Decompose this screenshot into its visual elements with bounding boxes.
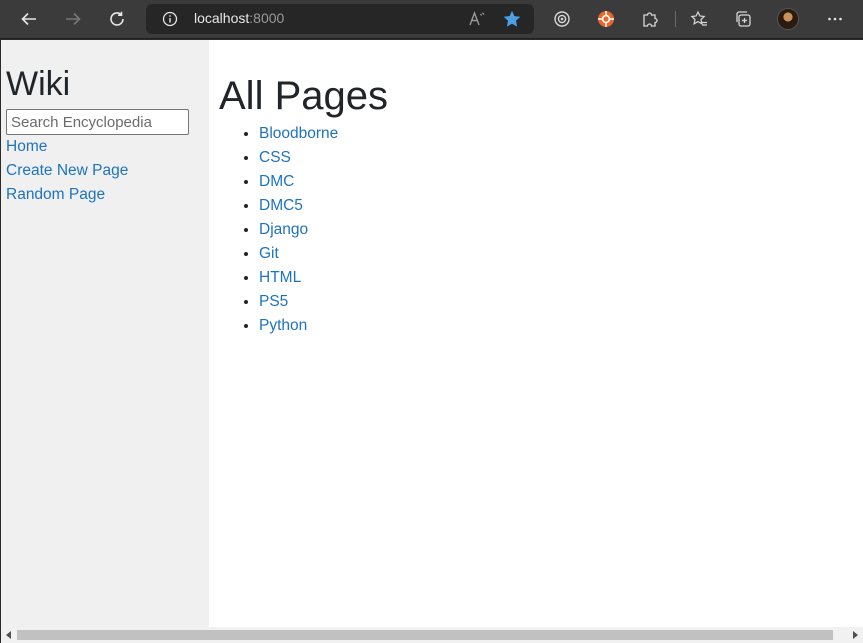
scroll-right-icon[interactable] — [850, 630, 860, 640]
page-title: All Pages — [219, 74, 388, 118]
page-link[interactable]: Django — [259, 221, 308, 238]
list-item: DMC5 — [259, 194, 859, 218]
horizontal-scrollbar[interactable] — [1, 627, 863, 643]
list-item: PS5 — [259, 290, 859, 314]
back-arrow-icon[interactable] — [14, 4, 44, 34]
site-title: Wiki — [6, 65, 71, 103]
page-link[interactable]: DMC — [259, 173, 294, 190]
more-icon[interactable] — [820, 4, 850, 34]
nav-link-random-page[interactable]: Random Page — [6, 183, 204, 207]
page-viewport: Wiki Home Create New Page Random Page Al… — [1, 40, 863, 627]
tracking-icon[interactable] — [547, 4, 577, 34]
scrollbar-thumb[interactable] — [17, 630, 833, 640]
page-link[interactable]: HTML — [259, 269, 301, 286]
star-icon[interactable] — [502, 9, 522, 29]
list-item: DMC — [259, 170, 859, 194]
search-input[interactable] — [6, 109, 189, 135]
nav-link-home[interactable]: Home — [6, 135, 204, 159]
page-list: Bloodborne CSS DMC DMC5 Django Git HTML … — [219, 122, 859, 338]
sidebar: Wiki Home Create New Page Random Page — [1, 40, 209, 627]
page-link[interactable]: DMC5 — [259, 197, 303, 214]
list-item: HTML — [259, 266, 859, 290]
page-link[interactable]: Python — [259, 317, 307, 334]
main-content: All Pages Bloodborne CSS DMC DMC5 Django… — [219, 40, 859, 627]
url-text: localhost:8000 — [194, 10, 285, 26]
page-link[interactable]: Bloodborne — [259, 125, 338, 142]
puzzle-icon[interactable] — [635, 4, 665, 34]
list-item: CSS — [259, 146, 859, 170]
reload-icon[interactable] — [102, 4, 132, 34]
toolbar-divider — [675, 11, 676, 27]
orange-extension-icon[interactable] — [591, 4, 621, 34]
info-icon[interactable] — [162, 11, 178, 27]
list-item: Bloodborne — [259, 122, 859, 146]
page-link[interactable]: Git — [259, 245, 279, 262]
list-item: Python — [259, 314, 859, 338]
forward-arrow-icon[interactable] — [58, 4, 88, 34]
browser-toolbar: localhost:8000 — [0, 0, 863, 39]
list-item: Git — [259, 242, 859, 266]
list-item: Django — [259, 218, 859, 242]
page-link[interactable]: CSS — [259, 149, 291, 166]
nav-link-create-new-page[interactable]: Create New Page — [6, 159, 204, 183]
address-bar[interactable]: localhost:8000 — [146, 4, 534, 34]
scroll-left-icon[interactable] — [4, 630, 14, 640]
collections-icon[interactable] — [728, 4, 758, 34]
read-aloud-icon[interactable] — [468, 10, 486, 28]
avatar[interactable] — [777, 8, 799, 30]
page-link[interactable]: PS5 — [259, 293, 288, 310]
favorites-icon[interactable] — [684, 4, 714, 34]
